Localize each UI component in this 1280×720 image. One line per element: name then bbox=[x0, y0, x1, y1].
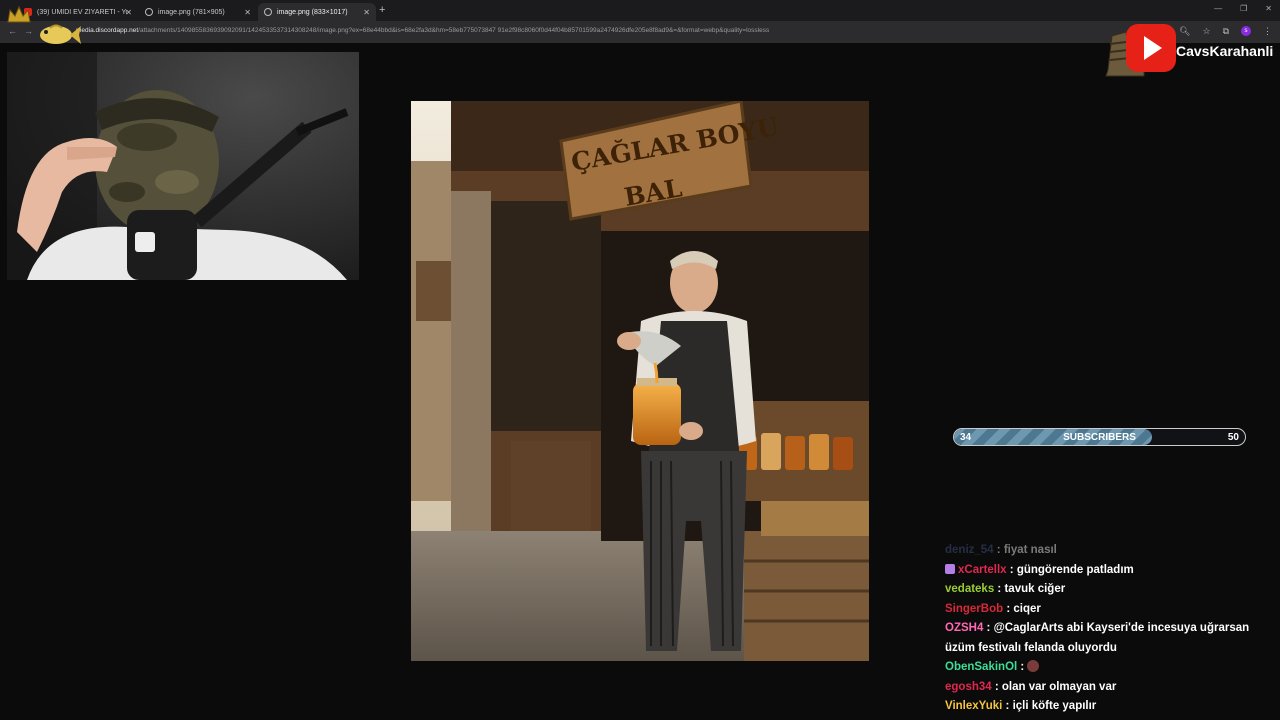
chat-username[interactable]: vedateks bbox=[945, 583, 994, 595]
chat-username[interactable]: xCartellx bbox=[958, 564, 1007, 576]
tab-title: image.png (833×1017) bbox=[277, 8, 348, 16]
minimize-icon[interactable]: — bbox=[1214, 4, 1222, 13]
chat-message: xCartellx : güngörende patladım bbox=[945, 561, 1280, 581]
close-icon[interactable]: ✕ bbox=[125, 8, 132, 17]
chat-username[interactable]: deniz_54 bbox=[945, 544, 994, 556]
subscriber-current: 34 bbox=[960, 432, 972, 443]
globe-icon bbox=[145, 8, 153, 16]
chat-text: içli köfte yapılır bbox=[1012, 700, 1097, 712]
subscriber-badge-icon bbox=[945, 563, 955, 574]
chat-message: egosh34 : olan var olmayan var bbox=[945, 678, 1280, 698]
url-field[interactable]: media.discordapp.net/attachments/1409855… bbox=[76, 27, 769, 34]
honey-shop-picture: ÇAĞLAR BOYU BAL bbox=[411, 101, 869, 661]
close-window-icon[interactable]: ✕ bbox=[1265, 4, 1272, 13]
tab-image-2[interactable]: image.png (833×1017) ✕ bbox=[258, 3, 376, 21]
chat-text: fiyat nasıl bbox=[1003, 544, 1057, 556]
subscriber-goal: 50 bbox=[1227, 432, 1239, 443]
crown-icon bbox=[7, 5, 31, 23]
close-icon[interactable]: ✕ bbox=[244, 8, 251, 17]
chat-text: güngörende patladım bbox=[1016, 563, 1134, 576]
chat-message: VinlexYuki : içli köfte yapılır bbox=[945, 697, 1280, 717]
goldfish-icon bbox=[40, 24, 81, 44]
browser-tab-strip: (39) ÜMİDİ EV ZİYARETİ - YouTube ✕ image… bbox=[0, 0, 1280, 21]
chat-message: deniz_54 : fiyat nasıl bbox=[945, 541, 1280, 561]
chat-username[interactable]: egosh34 bbox=[945, 681, 992, 693]
chat-separator: : bbox=[1006, 563, 1017, 576]
tab-image-1[interactable]: image.png (781×905) ✕ bbox=[139, 3, 257, 21]
forward-icon[interactable]: → bbox=[24, 26, 33, 36]
emote-icon bbox=[1027, 660, 1040, 672]
chat-username[interactable]: ObenSakinOl bbox=[945, 661, 1017, 673]
chat-feed: deniz_54 : fiyat nasıl xCartellx : güngör… bbox=[945, 541, 1280, 717]
chat-separator: : bbox=[983, 622, 994, 634]
chat-separator: : bbox=[1003, 602, 1014, 615]
chat-message: ObenSakinOl : bbox=[945, 658, 1280, 678]
tab-title: (39) ÜMİDİ EV ZİYARETİ - YouTube bbox=[37, 8, 127, 16]
chat-message: OZSH4 : @CaglarArts abi Kayseri'de inces… bbox=[945, 619, 1280, 658]
chat-message: vedateks : tavuk ciğer bbox=[945, 580, 1280, 600]
address-bar: ← → media.discordapp.net/attachments/140… bbox=[0, 21, 1280, 43]
honey-shop-image: ÇAĞLAR BOYU BAL bbox=[411, 101, 869, 661]
tab-youtube[interactable]: (39) ÜMİDİ EV ZİYARETİ - YouTube ✕ bbox=[18, 3, 138, 21]
chat-separator: : bbox=[991, 680, 1002, 693]
url-path: /attachments/1409855836939092091/1424533… bbox=[138, 27, 770, 34]
chat-username[interactable]: VinlexYuki bbox=[945, 700, 1002, 712]
url-host: media.discordapp.net bbox=[76, 27, 139, 34]
chat-username[interactable]: SingerBob bbox=[945, 603, 1003, 615]
maximize-icon[interactable]: ❐ bbox=[1240, 4, 1247, 13]
globe-icon bbox=[264, 8, 272, 16]
new-tab-button[interactable]: + bbox=[379, 4, 385, 16]
chat-text: olan var olmayan var bbox=[1001, 680, 1117, 693]
chat-separator: : bbox=[993, 544, 1004, 556]
chat-separator: : bbox=[1002, 700, 1013, 712]
webcam-feed bbox=[7, 52, 359, 280]
subscriber-goal-bar: SUBSCRIBERS 34 50 bbox=[953, 428, 1246, 446]
chat-separator: : bbox=[1017, 661, 1028, 673]
chat-text: tavuk ciğer bbox=[1004, 583, 1066, 595]
chat-text: ciqer bbox=[1013, 602, 1041, 615]
streamer-picture bbox=[7, 52, 359, 280]
chat-username[interactable]: OZSH4 bbox=[945, 622, 983, 634]
subscriber-label: SUBSCRIBERS bbox=[1063, 432, 1136, 443]
tab-title: image.png (781×905) bbox=[158, 8, 225, 16]
channel-name: CavsKarahanli bbox=[1176, 43, 1274, 59]
window-controls: — ❐ ✕ bbox=[1214, 4, 1272, 13]
chat-message: SingerBob : ciqer bbox=[945, 600, 1280, 620]
back-icon[interactable]: ← bbox=[8, 26, 17, 36]
chat-separator: : bbox=[994, 583, 1005, 595]
close-icon[interactable]: ✕ bbox=[363, 8, 370, 17]
